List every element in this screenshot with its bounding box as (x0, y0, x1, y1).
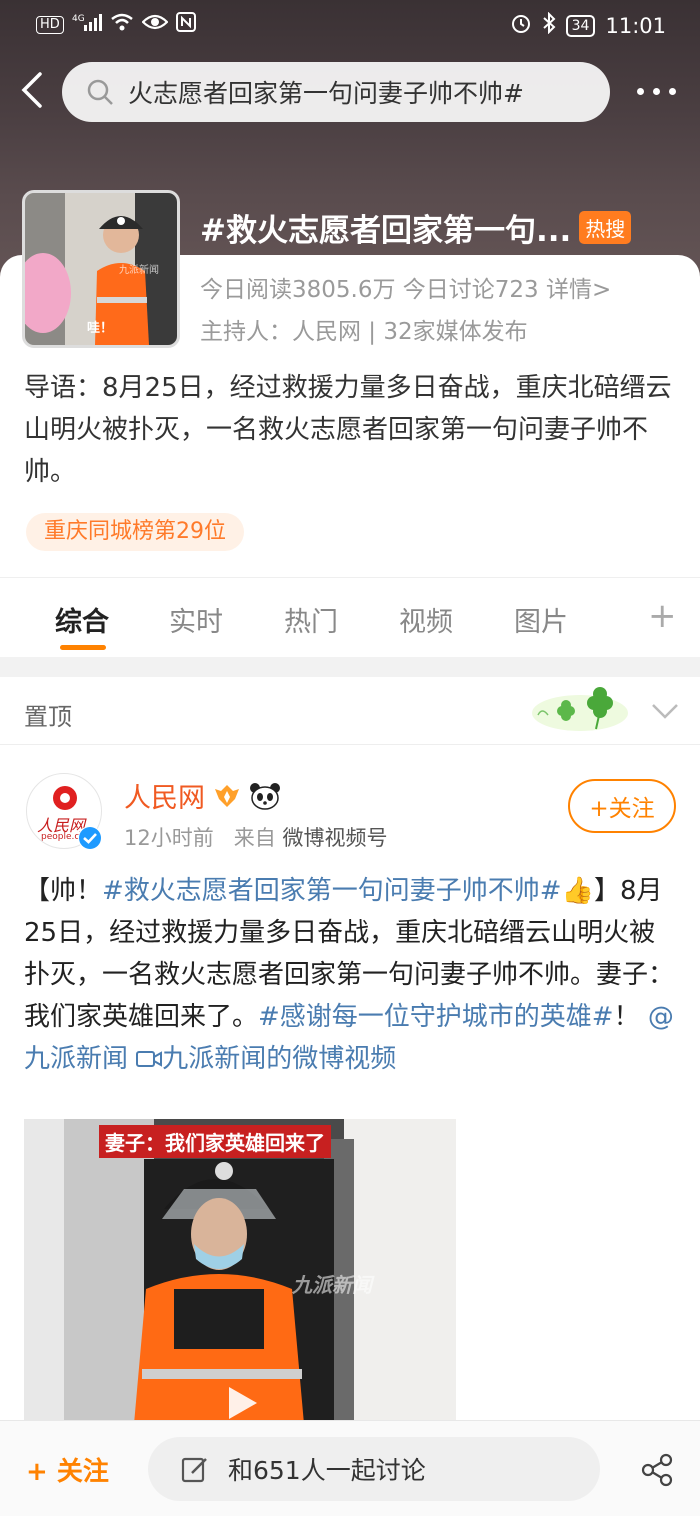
thumb-caption: 哇！ (87, 321, 114, 336)
topic-intro: 导语：8月25日，经过救援力量多日奋战，重庆北碚缙云山明火被扑灭，一名救火志愿者… (24, 373, 672, 487)
nfc-icon (175, 12, 196, 38)
post-meta: 12小时前 来自 微博视频号 (124, 822, 387, 852)
pinned-section-header[interactable]: 置顶 (0, 677, 700, 745)
thumb-watermark: 九派新闻 (119, 265, 159, 276)
hashtag-link[interactable]: #感谢每一位守护城市的英雄# (258, 1002, 614, 1032)
follow-author-button[interactable]: +关注 (568, 779, 676, 833)
post-source[interactable]: 微博视频号 (282, 826, 387, 850)
add-tab-icon[interactable]: + (648, 596, 677, 636)
video-caption: 妻子：我们家英雄回来了 (99, 1125, 331, 1158)
chevron-down-icon[interactable] (650, 697, 680, 725)
dot-icon (636, 87, 644, 95)
bottom-action-bar: + 关注 和651人一起讨论 (0, 1420, 700, 1516)
tab-comprehensive[interactable]: 综合 (55, 600, 109, 639)
topic-host[interactable]: 主持人：人民网 | 32家媒体发布 (200, 312, 528, 346)
post-video[interactable]: 妻子：我们家英雄回来了 九派新闻 (24, 1119, 456, 1424)
tab-video[interactable]: 视频 (399, 600, 453, 639)
more-options-button[interactable] (628, 76, 684, 106)
tab-hot[interactable]: 热门 (284, 600, 338, 639)
dot-icon (652, 87, 660, 95)
video-frame-image (24, 1119, 456, 1424)
post-body: 【帅！#救火志愿者回家第一句问妻子帅不帅#👍】8月25日，经过救援力量多日奋战，… (24, 870, 676, 1080)
play-icon[interactable] (219, 1381, 263, 1424)
video-camera-icon (136, 1051, 163, 1067)
svg-text:4G: 4G (72, 14, 85, 24)
author-name[interactable]: 人民网 (124, 776, 205, 815)
hashtag-link[interactable]: #救火志愿者回家第一句问妻子帅不帅# (102, 876, 562, 906)
active-tab-indicator (60, 645, 106, 650)
signal-icon: 4G (72, 12, 102, 38)
video-link[interactable]: 九派新闻的微博视频 (136, 1044, 396, 1074)
feed-tabs: 综合 实时 热门 视频 图片 + (0, 577, 700, 657)
post-time: 12小时前 (124, 826, 214, 850)
discuss-label: 和651人一起讨论 (228, 1456, 426, 1485)
search-bar[interactable]: 火志愿者回家第一句问妻子帅不帅# (62, 62, 610, 122)
hot-search-badge: 热搜 (579, 211, 632, 244)
search-query: 火志愿者回家第一句问妻子帅不帅# (128, 79, 524, 108)
search-icon (87, 79, 113, 105)
topic-title: #救火志愿者回家第一句... (200, 213, 572, 249)
tab-realtime[interactable]: 实时 (169, 600, 223, 639)
verified-badge-icon (78, 826, 102, 850)
video-link-label: 九派新闻的微博视频 (162, 1044, 397, 1074)
alarm-icon (510, 12, 532, 40)
fan-badge-icon[interactable] (213, 783, 241, 809)
post-text-3: ！ (613, 1002, 640, 1032)
edit-icon (181, 1457, 207, 1483)
join-discussion-button[interactable]: 和651人一起讨论 (148, 1437, 600, 1501)
panda-icon[interactable] (249, 782, 281, 810)
follow-topic-button[interactable]: + 关注 (26, 1451, 109, 1488)
status-bar: HD 4G 34 11:01 (0, 0, 700, 50)
clock: 11:01 (605, 14, 666, 38)
app-screen: HD 4G 34 11:01 火志愿者回家第一句问妻子帅不帅# 哇！ 九派新闻 … (0, 0, 700, 1516)
pinned-label: 置顶 (24, 703, 72, 731)
bluetooth-icon (542, 11, 556, 40)
battery-indicator: 34 (565, 15, 596, 37)
back-button[interactable] (18, 70, 48, 110)
tab-images[interactable]: 图片 (514, 600, 568, 639)
topic-thumbnail[interactable]: 哇！ 九派新闻 (22, 190, 180, 348)
topic-stats[interactable]: 今日阅读3805.6万 今日讨论723 详情> (200, 270, 611, 304)
video-watermark: 九派新闻 (292, 1273, 372, 1297)
eye-icon (141, 12, 169, 38)
wifi-icon (110, 12, 134, 38)
hd-icon: HD (36, 16, 64, 34)
dot-icon (668, 87, 676, 95)
topic-title-row: #救火志愿者回家第一句... 热搜 (200, 205, 632, 250)
post-from-prefix: 来自 (233, 826, 276, 850)
post-text-1: 【帅！ (24, 876, 103, 906)
share-icon[interactable] (640, 1453, 674, 1487)
author-row: 人民网 (124, 776, 281, 815)
section-divider (0, 657, 700, 677)
clover-icon (532, 687, 628, 731)
city-rank-badge[interactable]: 重庆同城榜第29位 (26, 513, 244, 551)
chevron-left-icon (21, 72, 42, 108)
